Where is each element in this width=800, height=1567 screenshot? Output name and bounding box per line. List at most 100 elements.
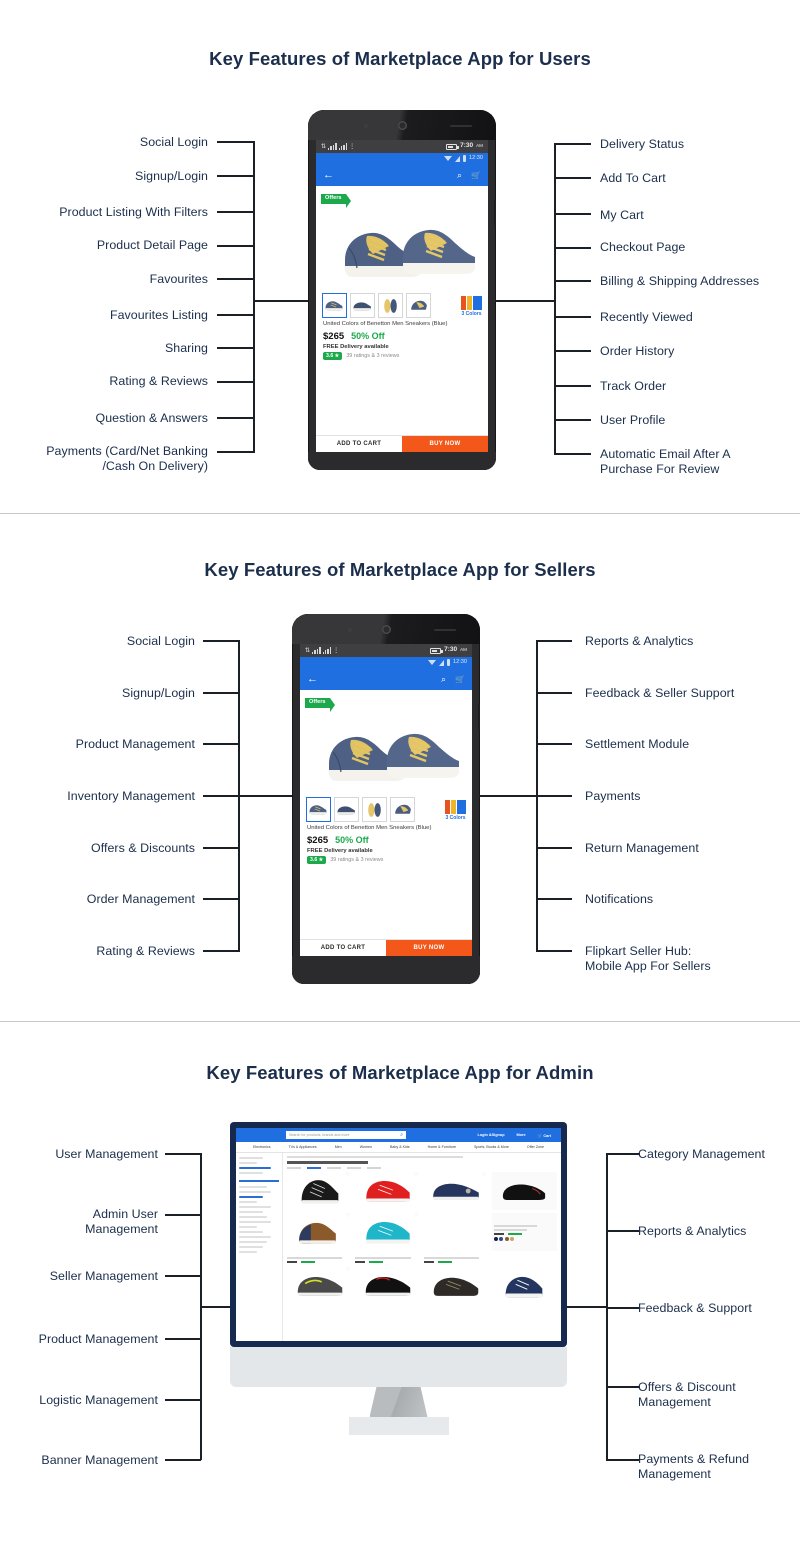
product-card[interactable] xyxy=(355,1267,421,1305)
product-info xyxy=(287,1254,353,1264)
thumbnail-2[interactable] xyxy=(334,797,359,822)
price-slider[interactable] xyxy=(239,1180,279,1182)
label-automatic-email: Automatic Email After A Purchase For Rev… xyxy=(600,447,731,476)
shoe-black-highcut-icon xyxy=(301,1180,338,1204)
product-card[interactable] xyxy=(423,1267,489,1305)
thumbnail-3[interactable] xyxy=(378,293,403,318)
product-card[interactable]: ♡ xyxy=(287,1213,353,1251)
category-heading xyxy=(287,1161,368,1164)
product-card[interactable] xyxy=(491,1267,557,1305)
tick xyxy=(203,950,239,952)
tick xyxy=(536,795,572,797)
product-card-featured-info[interactable] xyxy=(491,1213,557,1251)
tick xyxy=(217,211,254,213)
product-card[interactable]: ♡ xyxy=(355,1213,421,1251)
price-line xyxy=(355,1260,420,1264)
swatch-yellow xyxy=(451,799,456,814)
front-camera-icon xyxy=(397,121,407,130)
nav-item-offer-zone[interactable]: Offer Zone xyxy=(527,1145,544,1149)
buy-now-button[interactable]: BUY NOW xyxy=(386,940,472,956)
sort-option[interactable] xyxy=(367,1167,381,1169)
tick xyxy=(165,1338,201,1340)
swatch-yellow xyxy=(467,295,472,310)
power-button[interactable] xyxy=(494,200,496,226)
label-payments-refund-management: Payments & Refund Management xyxy=(638,1452,750,1481)
thumbnail-4[interactable] xyxy=(406,293,431,318)
product-card-featured[interactable] xyxy=(491,1172,557,1210)
cart-icon[interactable]: 🛒 xyxy=(455,675,465,684)
wishlist-heart-icon[interactable]: ♡ xyxy=(414,1214,418,1219)
nav-item-home[interactable]: Home & Furniture xyxy=(428,1145,456,1149)
product-title-line xyxy=(493,1228,528,1231)
search-input[interactable]: Search for products, brands and more ⌕ xyxy=(286,1131,406,1139)
product-info xyxy=(355,1254,421,1264)
shoe-dark-brown-icon xyxy=(433,1277,479,1296)
label-order-management: Order Management xyxy=(86,892,195,906)
product-card[interactable]: ♡ xyxy=(355,1172,421,1210)
search-icon[interactable]: ⌕ xyxy=(441,674,446,685)
shoe-navy-icon xyxy=(433,1183,479,1200)
label-my-cart: My Cart xyxy=(600,208,644,222)
nav-item-sports[interactable]: Sports, Books & More xyxy=(474,1145,509,1149)
nav-item-men[interactable]: Men xyxy=(335,1145,342,1149)
thumbnail-1[interactable] xyxy=(322,293,347,318)
wishlist-heart-icon[interactable]: ♡ xyxy=(346,1214,350,1219)
label-banner-management: Banner Management xyxy=(41,1453,158,1467)
product-card[interactable]: ♡ xyxy=(287,1267,353,1305)
colors-badge[interactable]: 3 Colors xyxy=(445,799,466,821)
product-card[interactable]: ♡ xyxy=(287,1172,353,1210)
nav-item-tvs[interactable]: TVs & Appliances xyxy=(289,1145,317,1149)
product-card[interactable] xyxy=(423,1213,489,1251)
search-icon[interactable]: ⌕ xyxy=(400,1132,403,1138)
sort-option[interactable] xyxy=(347,1167,361,1169)
price-line xyxy=(493,1232,555,1236)
thumbnail-2[interactable] xyxy=(350,293,375,318)
thumb-detail-icon xyxy=(395,804,411,814)
status-meridiem: AM xyxy=(460,647,467,653)
arrow-left-icon[interactable]: ← xyxy=(307,673,318,685)
thumbnail-4[interactable] xyxy=(390,797,415,822)
earpiece-speaker xyxy=(434,629,456,631)
label-rating-reviews: Rating & Reviews xyxy=(96,944,195,958)
label-product-listing: Product Listing With Filters xyxy=(59,205,208,219)
more-vert-icon: ⋮ xyxy=(333,648,340,654)
add-to-cart-button[interactable]: ADD TO CART xyxy=(300,940,386,956)
wishlist-heart-icon[interactable]: ♡ xyxy=(346,1173,350,1178)
colors-badge[interactable]: 3 Colors xyxy=(461,295,482,317)
nav-item-women[interactable]: Women xyxy=(360,1145,372,1149)
wishlist-heart-icon[interactable]: ♡ xyxy=(482,1173,486,1178)
tick xyxy=(217,278,254,280)
nav-item-electronics[interactable]: Electronics xyxy=(253,1145,271,1149)
buy-now-button[interactable]: BUY NOW xyxy=(402,436,488,452)
cart-icon[interactable]: 🛒 xyxy=(471,171,481,180)
section-title-users: Key Features of Marketplace App for User… xyxy=(209,48,591,69)
header-links: Login &Signup More 🛒 Cart xyxy=(478,1133,551,1138)
monitor-screen: Search for products, brands and more ⌕ L… xyxy=(236,1128,561,1341)
label-favourites-listing: Favourites Listing xyxy=(109,308,208,322)
arrow-left-icon[interactable]: ← xyxy=(323,169,334,181)
thumbnail-3[interactable] xyxy=(362,797,387,822)
search-icon[interactable]: ⌕ xyxy=(457,170,462,181)
product-hero-image xyxy=(300,708,472,794)
swatch[interactable] xyxy=(499,1237,504,1242)
add-to-cart-button[interactable]: ADD TO CART xyxy=(316,436,402,452)
swatch[interactable] xyxy=(510,1237,515,1242)
label-product-management: Product Management xyxy=(38,1332,158,1346)
product-card[interactable]: ♡ xyxy=(423,1172,489,1210)
sort-option[interactable] xyxy=(287,1167,301,1169)
wishlist-heart-icon[interactable]: ♡ xyxy=(346,1268,350,1273)
cart-link[interactable]: 🛒 Cart xyxy=(538,1133,551,1138)
tick xyxy=(536,847,572,849)
swatch[interactable] xyxy=(493,1237,498,1242)
sort-option-active[interactable] xyxy=(307,1167,321,1169)
wishlist-heart-icon[interactable]: ♡ xyxy=(414,1173,418,1178)
swatch[interactable] xyxy=(504,1237,509,1242)
more-link[interactable]: More xyxy=(517,1133,526,1138)
tick xyxy=(554,177,591,179)
label-settlement-module: Settlement Module xyxy=(585,737,690,751)
power-button[interactable] xyxy=(478,704,480,730)
login-signup-link[interactable]: Login &Signup xyxy=(478,1133,505,1138)
thumbnail-1[interactable] xyxy=(306,797,331,822)
nav-item-baby-kids[interactable]: Baby & Kids xyxy=(390,1145,410,1149)
sort-option[interactable] xyxy=(327,1167,341,1169)
